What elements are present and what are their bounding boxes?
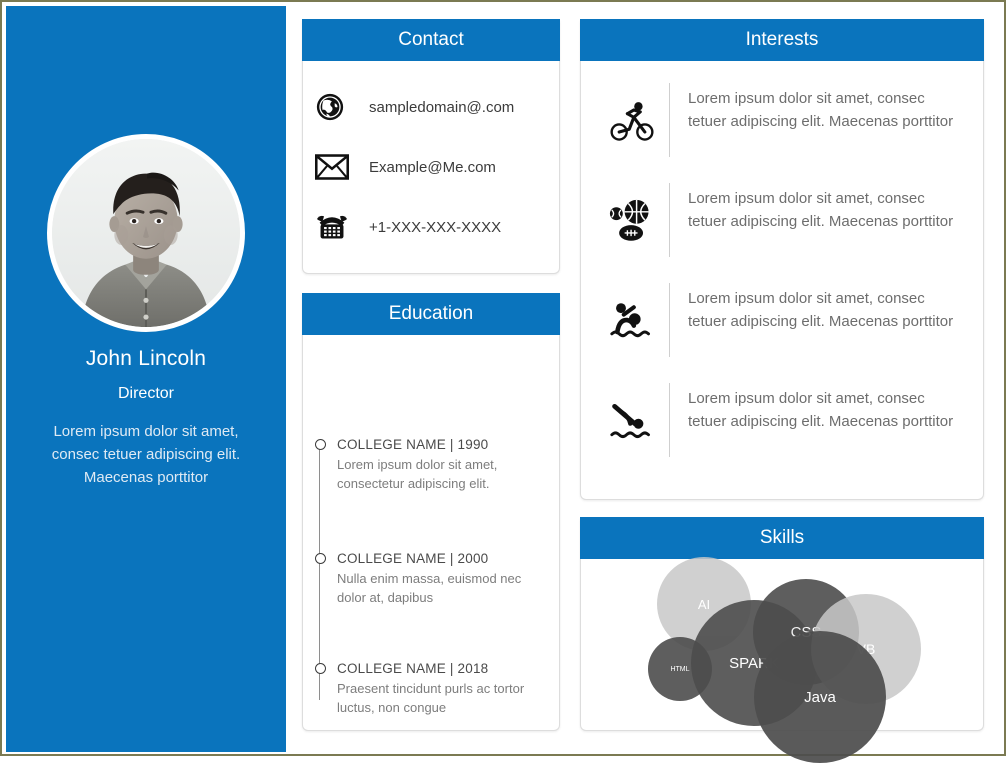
interest-item-text: Lorem ipsum dolor sit amet, consec tetue…	[688, 390, 954, 430]
contact-card: Contact sampledomain@.com Example@Me.com…	[302, 19, 560, 274]
profile-panel: John Lincoln Director Lorem ipsum dolor …	[6, 6, 286, 752]
envelope-icon	[315, 154, 363, 180]
telephone-icon	[315, 212, 363, 242]
timeline-dot	[315, 663, 326, 674]
skill-bubble-label: AI	[697, 596, 711, 612]
timeline-dot	[315, 553, 326, 564]
skill-bubble[interactable]: Java	[754, 631, 886, 763]
profile-name: John Lincoln	[85, 347, 207, 370]
education-item[interactable]: COLLEGE NAME | 2018 Praesent tincidunt p…	[315, 661, 547, 717]
diving-icon	[595, 371, 669, 471]
interests-list: Lorem ipsum dolor sit amet, consec tetue…	[581, 61, 983, 471]
education-item[interactable]: COLLEGE NAME | 1990 Lorem ipsum dolor si…	[315, 437, 547, 493]
contact-email-text: Example@Me.com	[369, 158, 496, 176]
skills-card-title: Skills	[580, 517, 984, 559]
contact-item-email[interactable]: Example@Me.com	[303, 137, 559, 197]
interest-item-text: Lorem ipsum dolor sit amet, consec tetue…	[688, 290, 954, 330]
contact-website-text: sampledomain@.com	[369, 98, 515, 116]
skill-bubble-label: HTML	[670, 665, 690, 673]
resume-page: John Lincoln Director Lorem ipsum dolor …	[0, 0, 1006, 763]
contact-item-website[interactable]: sampledomain@.com	[303, 77, 559, 137]
skills-bubble-chart: AIHTMLSPARKCSSVBJava	[581, 557, 985, 763]
interest-item[interactable]: Lorem ipsum dolor sit amet, consec tetue…	[581, 171, 983, 271]
cycling-icon	[595, 71, 669, 171]
avatar-image	[52, 139, 240, 327]
water-polo-icon	[595, 271, 669, 371]
portrait-photo-icon	[52, 139, 240, 327]
education-card: Education COLLEGE NAME | 1990 Lorem ipsu…	[302, 293, 560, 731]
interest-item-text: Lorem ipsum dolor sit amet, consec tetue…	[688, 90, 954, 130]
profile-role: Director	[117, 385, 174, 402]
avatar	[47, 134, 245, 332]
education-item-title: COLLEGE NAME | 1990	[337, 437, 489, 452]
skills-card: Skills AIHTMLSPARKCSSVBJava	[580, 517, 985, 763]
education-item[interactable]: COLLEGE NAME | 2000 Nulla enim massa, eu…	[315, 551, 547, 607]
interests-card-title: Interests	[580, 19, 984, 61]
page-inner: John Lincoln Director Lorem ipsum dolor …	[2, 2, 1004, 763]
interest-item[interactable]: Lorem ipsum dolor sit amet, consec tetue…	[581, 71, 983, 171]
contact-phone-text: +1-XXX-XXX-XXXX	[369, 218, 502, 236]
education-item-desc: Lorem ipsum dolor sit amet, consectetur …	[337, 457, 498, 491]
interest-item-text: Lorem ipsum dolor sit amet, consec tetue…	[688, 190, 954, 230]
contact-list: sampledomain@.com Example@Me.com +1-XXX-…	[303, 61, 559, 257]
skills-chart-body: AIHTMLSPARKCSSVBJava	[581, 557, 985, 763]
profile-bio: Lorem ipsum dolor sit amet, consec tetue…	[51, 423, 241, 486]
sports-balls-icon	[595, 171, 669, 271]
skill-bubble-label: Java	[804, 688, 836, 706]
interest-item[interactable]: Lorem ipsum dolor sit amet, consec tetue…	[581, 371, 983, 471]
timeline-dot	[315, 439, 326, 450]
interest-item[interactable]: Lorem ipsum dolor sit amet, consec tetue…	[581, 271, 983, 371]
education-item-title: COLLEGE NAME | 2000	[337, 551, 489, 566]
globe-icon	[315, 92, 363, 122]
education-item-desc: Nulla enim massa, euismod nec dolor at, …	[337, 571, 522, 605]
contact-card-title: Contact	[302, 19, 560, 61]
contact-item-phone[interactable]: +1-XXX-XXX-XXXX	[303, 197, 559, 257]
interests-card: Interests Lorem ipsum dolor sit amet, co…	[580, 19, 984, 500]
education-item-desc: Praesent tincidunt purls ac tortor luctu…	[337, 681, 525, 715]
education-item-title: COLLEGE NAME | 2018	[337, 661, 489, 676]
education-card-title: Education	[302, 293, 560, 335]
